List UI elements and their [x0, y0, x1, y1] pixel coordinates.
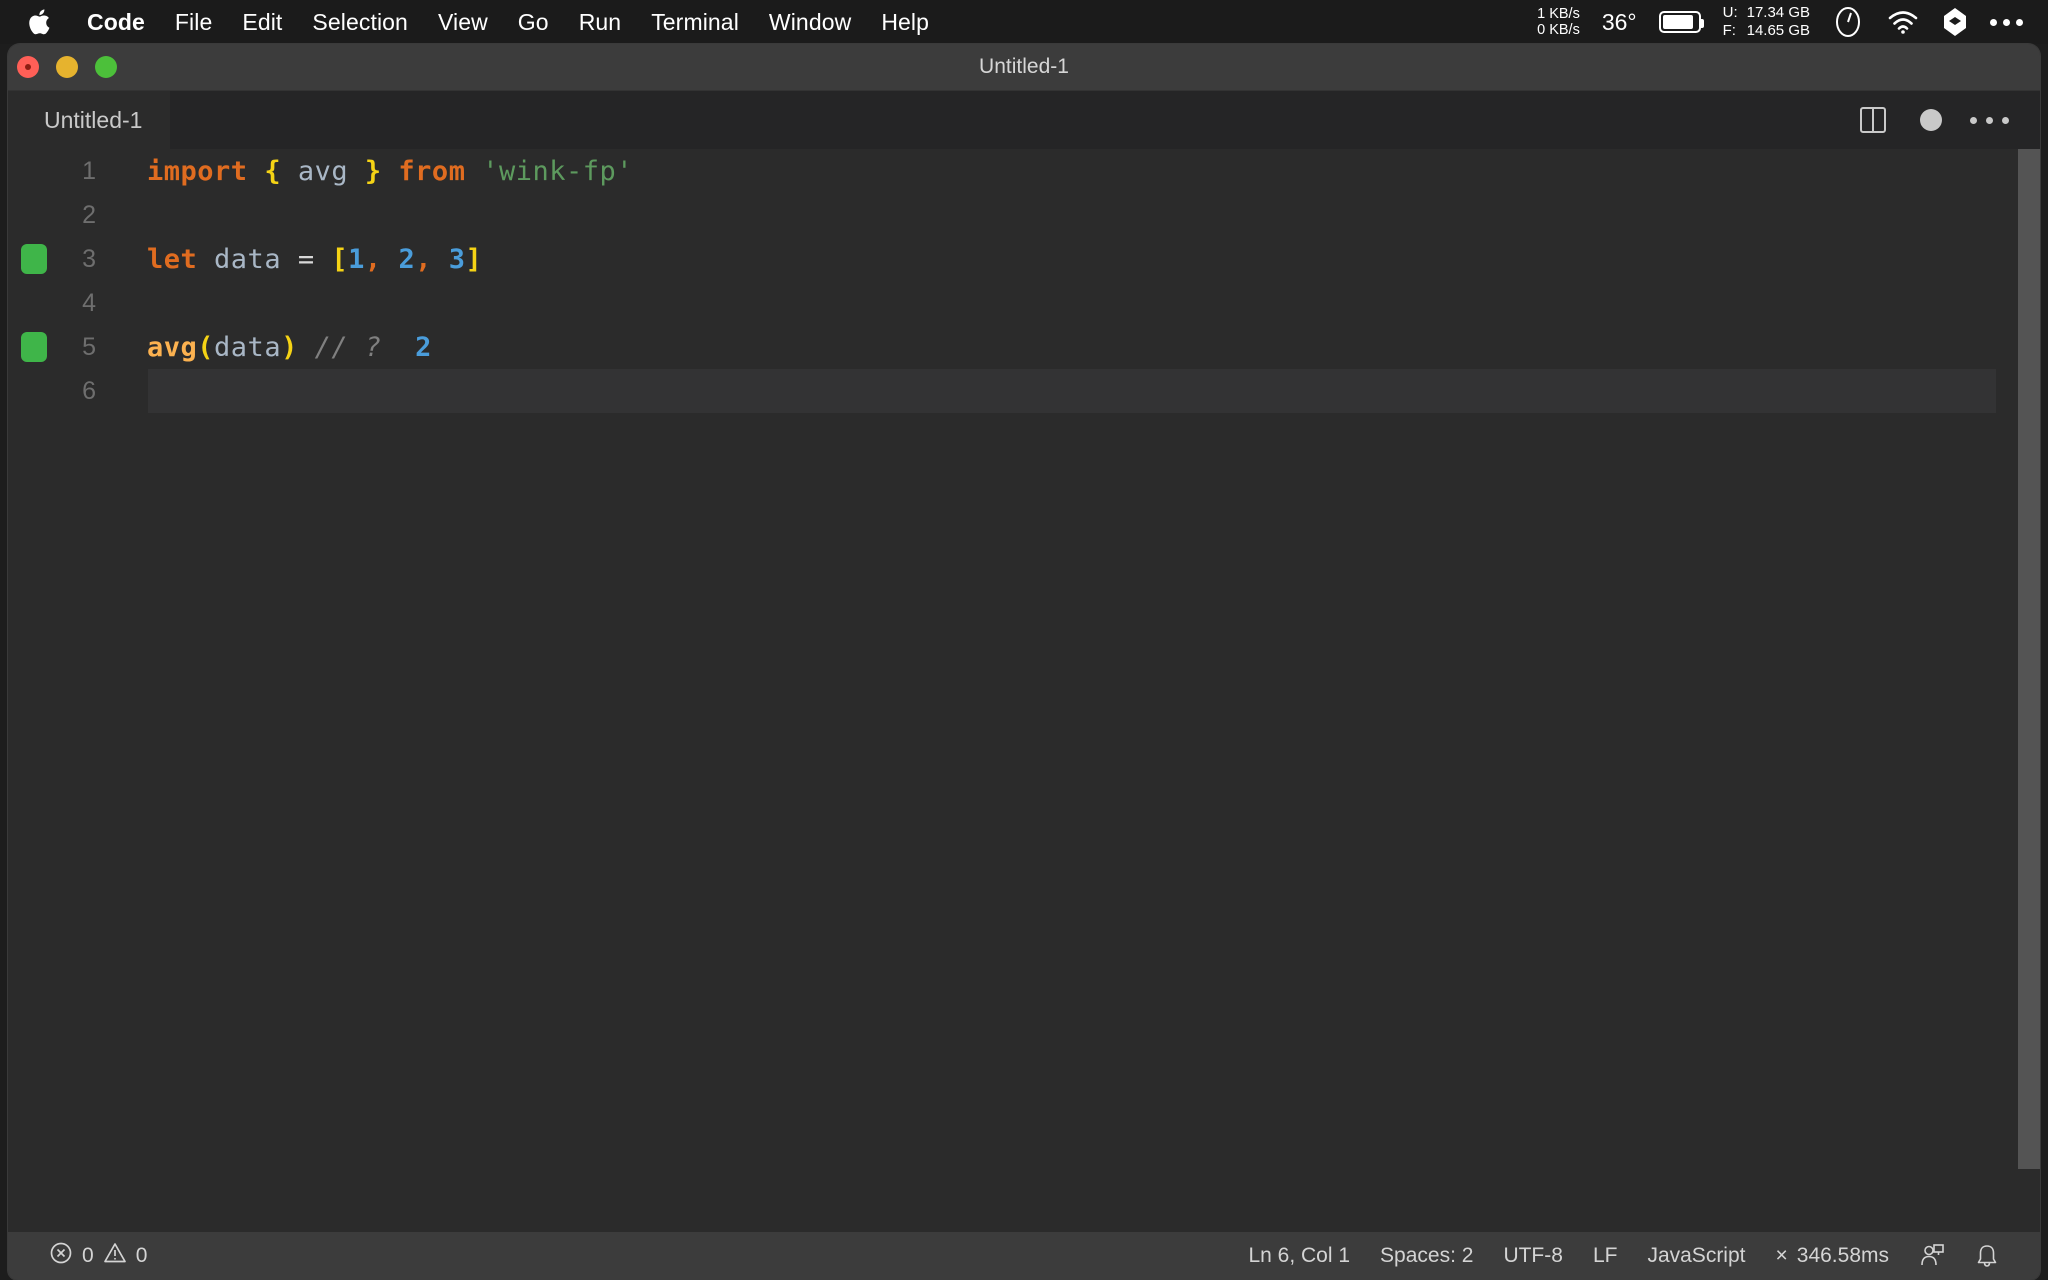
window-titlebar: Untitled-1 — [8, 44, 2040, 91]
encoding-setting[interactable]: UTF-8 — [1488, 1232, 1578, 1280]
token-number-1: 1 — [348, 243, 365, 275]
menu-item-view[interactable]: View — [423, 0, 503, 44]
token-paren-open: ( — [197, 331, 215, 363]
token-data-decl: data — [214, 243, 282, 275]
code-line-1[interactable]: 1 import { avg } from 'wink-fp' — [8, 149, 2040, 193]
code-line-3[interactable]: 3 let data = [1, 2, 3] — [8, 237, 2040, 281]
temperature-value: 36° — [1601, 8, 1637, 35]
menu-item-run[interactable]: Run — [564, 0, 637, 44]
editor-vertical-scrollbar[interactable] — [2018, 149, 2040, 1232]
notifications-bell-icon[interactable] — [1960, 1232, 2014, 1280]
macos-menubar: Code File Edit Selection View Go Run Ter… — [0, 0, 2048, 44]
problems-indicator[interactable]: 0 0 — [34, 1232, 162, 1280]
network-upload-rate: 1 KB/s — [1537, 6, 1580, 22]
coverage-marker-icon[interactable] — [21, 244, 47, 274]
token-number-2: 2 — [398, 243, 416, 275]
dropbox-icon[interactable] — [1931, 0, 1979, 44]
line-number: 6 — [82, 376, 96, 405]
token-quokka-question: ? — [364, 331, 382, 363]
menu-item-file[interactable]: File — [160, 0, 227, 44]
code-line-4[interactable]: 4 — [8, 281, 2040, 325]
token-number-3: 3 — [448, 243, 466, 275]
memory-indicator[interactable]: U: F: 17.34 GB 14.65 GB — [1712, 0, 1821, 44]
clock-icon[interactable] — [1821, 0, 1875, 44]
token-let: let — [147, 243, 198, 275]
temperature-indicator[interactable]: 36° — [1591, 0, 1648, 44]
error-circle-icon — [49, 1241, 73, 1271]
network-speed-indicator[interactable]: 1 KB/s 0 KB/s — [1526, 0, 1591, 44]
close-button[interactable] — [17, 56, 39, 78]
memory-free-label: F: — [1722, 22, 1736, 39]
token-comment-slashes: // — [314, 331, 349, 363]
warning-triangle-icon — [103, 1241, 127, 1271]
token-avg-import: avg — [297, 155, 349, 187]
quokka-runtime[interactable]: × 346.58ms — [1761, 1232, 1905, 1280]
unsaved-dot-icon[interactable] — [1902, 91, 1960, 149]
code-line-6[interactable]: 6 — [8, 369, 2040, 413]
editor-tabbar: Untitled-1 — [8, 91, 2040, 149]
menubar-more-icon[interactable] — [1979, 0, 2034, 44]
memory-free-value: 14.65 GB — [1746, 22, 1810, 39]
split-editor-icon[interactable] — [1844, 91, 1902, 149]
line-ending-setting[interactable]: LF — [1578, 1232, 1633, 1280]
line-content: avg(data) // ? 2 — [108, 332, 432, 363]
statusbar: 0 0 Ln 6, Col 1 Spaces: 2 UTF-8 LF JavaS… — [8, 1232, 2040, 1280]
code-line-5[interactable]: 5 avg(data) // ? 2 — [8, 325, 2040, 369]
code-line-2[interactable]: 2 — [8, 193, 2040, 237]
menu-item-selection[interactable]: Selection — [297, 0, 423, 44]
editor-more-actions-icon[interactable] — [1960, 91, 2018, 149]
menu-item-edit[interactable]: Edit — [227, 0, 297, 44]
cursor-position[interactable]: Ln 6, Col 1 — [1233, 1232, 1365, 1280]
line-number: 1 — [82, 156, 96, 185]
token-paren-close: ) — [281, 331, 298, 363]
minimize-button[interactable] — [56, 56, 78, 78]
indentation-setting[interactable]: Spaces: 2 — [1365, 1232, 1488, 1280]
token-avg-call: avg — [147, 331, 198, 363]
code-editor[interactable]: 1 import { avg } from 'wink-fp' 2 3 let … — [8, 149, 2040, 1232]
line-content: import { avg } from 'wink-fp' — [108, 156, 633, 187]
wifi-icon[interactable] — [1875, 0, 1931, 44]
remote-account-icon[interactable] — [1904, 1232, 1960, 1280]
token-bracket-open: [ — [331, 243, 349, 275]
zoom-button[interactable] — [95, 56, 117, 78]
menu-item-help[interactable]: Help — [866, 0, 944, 44]
language-mode[interactable]: JavaScript — [1632, 1232, 1760, 1280]
vscode-window: Untitled-1 Untitled-1 1 import { avg } f… — [8, 44, 2040, 1280]
coverage-marker-icon[interactable] — [21, 332, 47, 362]
line-content: let data = [1, 2, 3] — [108, 244, 482, 275]
token-module-string: 'wink-fp' — [482, 155, 634, 187]
warning-count: 0 — [135, 1244, 148, 1267]
token-data-arg: data — [214, 331, 282, 363]
line-number: 4 — [82, 288, 96, 317]
tab-label: Untitled-1 — [44, 106, 143, 133]
line-number: 2 — [82, 200, 96, 229]
error-count: 0 — [82, 1244, 94, 1267]
menu-item-window[interactable]: Window — [754, 0, 866, 44]
menu-item-code[interactable]: Code — [72, 0, 160, 44]
memory-used-value: 17.34 GB — [1746, 4, 1810, 21]
battery-icon[interactable] — [1648, 0, 1712, 44]
tab-untitled-1[interactable]: Untitled-1 — [8, 91, 171, 149]
token-brace-close: } — [364, 155, 382, 187]
menu-item-terminal[interactable]: Terminal — [636, 0, 754, 44]
memory-used-label: U: — [1722, 4, 1738, 21]
token-comma-1: , — [364, 243, 382, 275]
token-comma-2: , — [415, 243, 432, 275]
window-title: Untitled-1 — [979, 55, 1069, 78]
token-from: from — [398, 155, 466, 187]
network-download-rate: 0 KB/s — [1537, 22, 1580, 38]
token-import: import — [147, 155, 248, 187]
scrollbar-thumb[interactable] — [2018, 149, 2040, 1169]
token-quokka-result: 2 — [415, 331, 432, 363]
token-bracket-close: ] — [465, 243, 483, 275]
quokka-elapsed-time: 346.58ms — [1796, 1244, 1889, 1267]
menu-item-go[interactable]: Go — [503, 0, 564, 44]
token-equals: = — [297, 243, 315, 275]
token-brace-open: { — [264, 155, 282, 187]
apple-logo-icon[interactable] — [26, 7, 52, 37]
quokka-close-icon: × — [1775, 1244, 1788, 1267]
